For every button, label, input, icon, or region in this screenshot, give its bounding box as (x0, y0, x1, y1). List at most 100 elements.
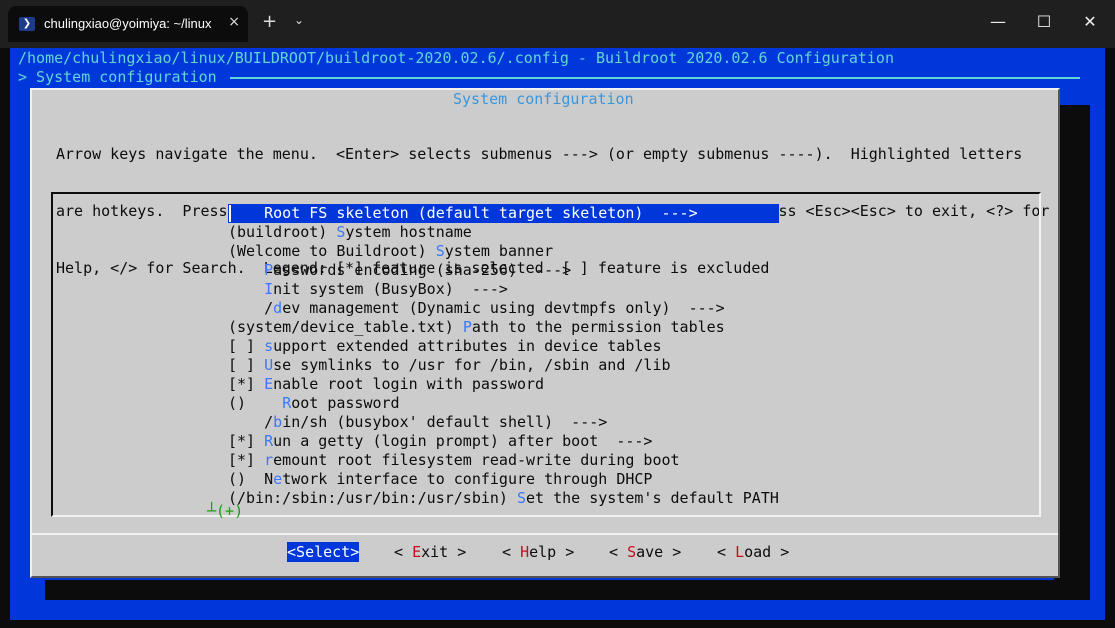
terminal-tab[interactable]: ❯ chulingxiao@yoimiya: ~/linux × (8, 6, 248, 42)
menu-item-label: twork interface to configure through DHC… (282, 470, 653, 488)
menu-item-hotkey: S (516, 489, 527, 507)
menu-item-prefix: / (228, 299, 274, 317)
button-key: E (412, 543, 422, 561)
menu-item-prefix: [*] (228, 375, 265, 393)
minimize-button[interactable]: — (975, 8, 1021, 36)
menuconfig-dialog: System configuration Arrow keys navigate… (30, 88, 1060, 578)
menu-item-label: ystem banner (444, 242, 554, 260)
menu-item[interactable]: () Network interface to configure throug… (228, 470, 779, 489)
menu-item[interactable]: (/bin:/sbin:/usr/bin:/usr/sbin) Set the … (228, 489, 779, 508)
title-bar: ❯ chulingxiao@yoimiya: ~/linux × + ⌄ — ☐… (0, 0, 1115, 48)
help-button[interactable]: < Help > (502, 542, 574, 562)
menu-item[interactable]: (buildroot) System hostname (228, 223, 779, 242)
load-button[interactable]: < Load > (717, 542, 789, 562)
selection-marker (229, 205, 231, 222)
button-pre: < (394, 543, 413, 561)
menu-item[interactable]: Passwords encoding (sha-256) ---> (228, 261, 779, 280)
menu-item-hotkey: R (282, 394, 292, 412)
button-row: <Select> < Exit > < Help > < Save > < Load > (32, 542, 1058, 566)
menu-item-hotkey: P (462, 318, 472, 336)
header-rule (230, 77, 1080, 79)
menu-item-prefix: / (228, 413, 274, 431)
terminal-area[interactable]: /home/chulingxiao/linux/BUILDROOT/buildr… (10, 48, 1105, 620)
menu-item[interactable]: (system/device_table.txt) Path to the pe… (228, 318, 779, 337)
menu-box: Root FS skeleton (default target skeleto… (51, 192, 1041, 517)
menu-item-label: oot password (291, 394, 400, 412)
close-tab-icon[interactable]: × (228, 14, 240, 30)
config-path-header: /home/chulingxiao/linux/BUILDROOT/buildr… (18, 49, 894, 67)
menu-item-hotkey: R (264, 432, 274, 450)
menu-item[interactable]: [ ] Use symlinks to /usr for /bin, /sbin… (228, 356, 779, 375)
menu-item-prefix (228, 204, 264, 222)
breadcrumb: > System configuration (18, 68, 217, 86)
menu-item[interactable]: [ ] support extended attributes in devic… (228, 337, 779, 356)
menu-item-prefix: (system/device_table.txt) (228, 318, 463, 336)
menu-item[interactable]: () Root password (228, 394, 779, 413)
button-key: S (627, 543, 637, 561)
powershell-icon: ❯ (19, 17, 35, 31)
menu-item-prefix: (/bin:/sbin:/usr/bin:/usr/sbin) (228, 489, 517, 507)
exit-button[interactable]: < Exit > (394, 542, 466, 562)
menu-item[interactable]: [*] Run a getty (login prompt) after boo… (228, 432, 779, 451)
menu-item-prefix: (Welcome to Buildroot) (228, 242, 436, 260)
dialog-title: System configuration (450, 90, 637, 108)
menu-item-hotkey: r (264, 451, 274, 469)
button-pre: < (502, 543, 521, 561)
button-post: elect> (305, 543, 360, 561)
menu-item-label: in/sh (busybox' default shell) ---> (282, 413, 608, 431)
save-button[interactable]: < Save > (609, 542, 681, 562)
menu-item-hotkey: U (264, 356, 274, 374)
menu-item-hotkey: I (264, 280, 274, 298)
menu-item-prefix: () (228, 394, 283, 412)
menu-item-label: ev management (Dynamic using devtmpfs on… (282, 299, 725, 317)
menu-item-prefix: [*] (228, 432, 265, 450)
more-items-indicator: ┴(+) (207, 502, 244, 520)
chevron-down-icon[interactable]: ⌄ (294, 13, 304, 27)
button-pre: < (717, 543, 736, 561)
button-pre: < (287, 543, 297, 561)
menu-item-prefix: (buildroot) (228, 223, 337, 241)
menu-item-hotkey: R (264, 204, 274, 222)
menu-item-prefix (228, 261, 264, 279)
menu-item-hotkey: e (273, 470, 283, 488)
menu-item-hotkey: d (273, 299, 283, 317)
menu-item[interactable]: [*] Enable root login with password (228, 375, 779, 394)
menu-item[interactable]: /bin/sh (busybox' default shell) ---> (228, 413, 779, 432)
divider (32, 533, 1058, 535)
menu-item-label: et the system's default PATH (526, 489, 779, 507)
menu-item-prefix: [ ] (228, 356, 265, 374)
menu-item-label: emount root filesystem read-write during… (273, 451, 680, 469)
menu-item-label: upport extended attributes in device tab… (273, 337, 662, 355)
menu-item-prefix: [ ] (228, 337, 265, 355)
select-button[interactable]: <Select> (287, 542, 360, 562)
maximize-button[interactable]: ☐ (1021, 8, 1067, 36)
menu-item-prefix (228, 280, 264, 298)
close-window-button[interactable]: ✕ (1067, 8, 1113, 36)
menu-item[interactable]: Root FS skeleton (default target skeleto… (228, 204, 779, 223)
menu-item-label: un a getty (login prompt) after boot ---… (273, 432, 653, 450)
button-post: ave > (636, 543, 682, 561)
button-key: S (296, 543, 306, 561)
menu-item-label: se symlinks to /usr for /bin, /sbin and … (273, 356, 671, 374)
menu-item-hotkey: b (273, 413, 283, 431)
button-key: L (735, 543, 745, 561)
menu-item-label: ath to the permission tables (471, 318, 725, 336)
button-post: xit > (421, 543, 467, 561)
new-tab-button[interactable]: + (262, 12, 277, 32)
menu-item[interactable]: Init system (BusyBox) ---> (228, 280, 779, 299)
dialog-shadow-bottom (45, 580, 1090, 600)
menu-item-prefix: [*] (228, 451, 265, 469)
menu-item[interactable]: [*] remount root filesystem read-write d… (228, 451, 779, 470)
menu-item-label: asswords encoding (sha-256) ---> (273, 261, 572, 279)
button-pre: < (609, 543, 628, 561)
menu-item[interactable]: /dev management (Dynamic using devtmpfs … (228, 299, 779, 318)
menu-item-hotkey: P (264, 261, 274, 279)
menu-item-label: nable root login with password (273, 375, 545, 393)
menu-item[interactable]: (Welcome to Buildroot) System banner (228, 242, 779, 261)
menu-list[interactable]: Root FS skeleton (default target skeleto… (228, 204, 779, 508)
button-post: elp > (529, 543, 575, 561)
menu-item-hotkey: S (435, 242, 445, 260)
menu-item-label: ystem hostname (345, 223, 472, 241)
menu-item-hotkey: s (264, 337, 274, 355)
menu-item-label: oot FS skeleton (default target skeleton… (273, 204, 698, 222)
